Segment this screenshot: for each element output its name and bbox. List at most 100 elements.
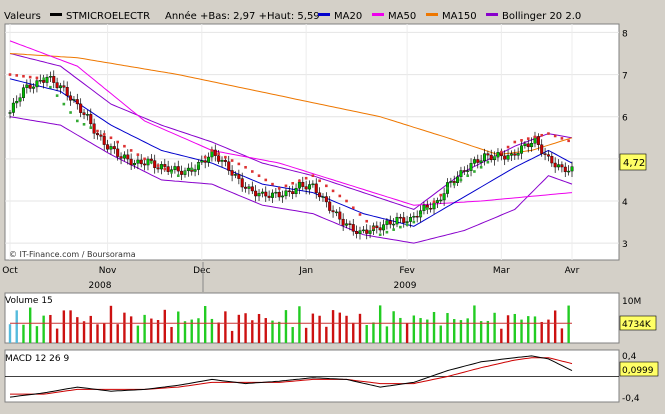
sar-dot bbox=[351, 206, 355, 210]
volume-bar bbox=[493, 312, 496, 343]
candle-body bbox=[408, 217, 412, 222]
candle-body bbox=[382, 224, 386, 231]
candle-body bbox=[557, 164, 561, 168]
volume-bar bbox=[55, 328, 59, 343]
candle-body bbox=[291, 191, 295, 195]
volume-bar bbox=[540, 321, 543, 343]
candle-body bbox=[95, 133, 99, 136]
sar-dot bbox=[473, 170, 476, 173]
candle-body bbox=[106, 144, 110, 150]
sar-dot bbox=[459, 178, 463, 182]
volume-bar bbox=[358, 313, 362, 343]
candle-body bbox=[378, 227, 382, 231]
sar-dot bbox=[446, 187, 449, 190]
sar-dot bbox=[237, 162, 241, 166]
volume-bar bbox=[210, 318, 214, 343]
candle-body bbox=[398, 216, 402, 219]
candle-body bbox=[432, 202, 436, 210]
volume-bar bbox=[89, 315, 92, 343]
candle-body bbox=[509, 153, 513, 156]
candle-body bbox=[8, 112, 12, 114]
candle-body bbox=[348, 223, 352, 225]
candle-body bbox=[429, 207, 433, 210]
volume-bar bbox=[304, 327, 308, 343]
sar-dot bbox=[96, 129, 99, 133]
volume-bar bbox=[378, 305, 382, 343]
volume-bar bbox=[527, 316, 530, 343]
candle-body bbox=[368, 230, 372, 234]
candle-body bbox=[526, 143, 530, 148]
candle-body bbox=[102, 136, 106, 145]
candle-body bbox=[119, 156, 123, 159]
sar-dot bbox=[203, 155, 207, 159]
candle-body bbox=[240, 178, 244, 188]
candle-body bbox=[395, 216, 399, 225]
candle-body bbox=[392, 223, 396, 226]
sar-dot bbox=[365, 219, 369, 223]
sar-dot bbox=[513, 140, 517, 144]
sar-dot bbox=[432, 200, 436, 204]
volume-bar bbox=[109, 305, 113, 343]
macd-bottom-label: -0,4 bbox=[622, 394, 640, 404]
year-range-label: Année +Bas: 2,97 +Haut: 5,59 bbox=[165, 10, 320, 22]
sar-dot bbox=[230, 159, 234, 162]
volume-bar bbox=[325, 326, 328, 343]
candle-body bbox=[543, 153, 547, 155]
volume-bar bbox=[203, 306, 207, 343]
candle-body bbox=[85, 114, 89, 116]
candle-body bbox=[62, 85, 66, 88]
macd-top-label: 0,4 bbox=[622, 352, 637, 362]
volume-last-label: 4734K bbox=[622, 320, 652, 330]
candle-body bbox=[503, 155, 507, 160]
candle-body bbox=[250, 186, 254, 192]
candle-body bbox=[55, 82, 59, 89]
macd-panel bbox=[4, 349, 620, 403]
candle-body bbox=[452, 181, 456, 183]
sar-dot bbox=[533, 135, 537, 139]
sar-dot bbox=[217, 152, 220, 156]
candle-body bbox=[89, 114, 93, 125]
volume-bar bbox=[230, 330, 234, 343]
candle-body bbox=[456, 176, 460, 183]
candle-body bbox=[126, 154, 130, 160]
candle-body bbox=[311, 183, 315, 186]
candle-body bbox=[274, 191, 278, 194]
sar-dot bbox=[102, 133, 106, 136]
sar-dot bbox=[224, 155, 227, 159]
candle-body bbox=[166, 166, 170, 172]
volume-bar bbox=[473, 305, 476, 343]
sar-dot bbox=[486, 160, 490, 164]
volume-bar bbox=[123, 312, 126, 343]
candle-body bbox=[435, 200, 439, 203]
candle-body bbox=[193, 169, 197, 172]
sar-dot bbox=[425, 207, 429, 210]
candle-body bbox=[244, 186, 248, 189]
volume-bar bbox=[8, 324, 12, 343]
candle-body bbox=[146, 158, 150, 166]
sar-dot bbox=[338, 194, 342, 198]
candle-body bbox=[536, 136, 540, 145]
sar-dot bbox=[405, 223, 409, 226]
sar-dot bbox=[547, 132, 550, 135]
candle-body bbox=[122, 154, 126, 159]
sar-dot bbox=[540, 133, 544, 137]
volume-bar bbox=[311, 313, 315, 343]
sar-dot bbox=[399, 225, 402, 229]
candle-body bbox=[506, 155, 510, 160]
volume-bar bbox=[237, 314, 241, 343]
sar-dot bbox=[109, 136, 113, 140]
sar-dot bbox=[210, 149, 214, 152]
candle-body bbox=[415, 215, 419, 218]
candle-body bbox=[92, 123, 96, 134]
candle-body bbox=[223, 159, 227, 162]
candle-body bbox=[32, 86, 36, 89]
volume-bar bbox=[22, 324, 25, 343]
volume-bar bbox=[217, 322, 220, 343]
ma150-legend: MA150 bbox=[442, 11, 477, 22]
sar-dot bbox=[89, 126, 93, 129]
candle-body bbox=[351, 224, 355, 232]
volume-bar bbox=[513, 313, 516, 343]
sar-dot bbox=[520, 139, 523, 142]
candle-body bbox=[439, 199, 443, 202]
macd-title: MACD 12 26 9 bbox=[5, 354, 69, 364]
